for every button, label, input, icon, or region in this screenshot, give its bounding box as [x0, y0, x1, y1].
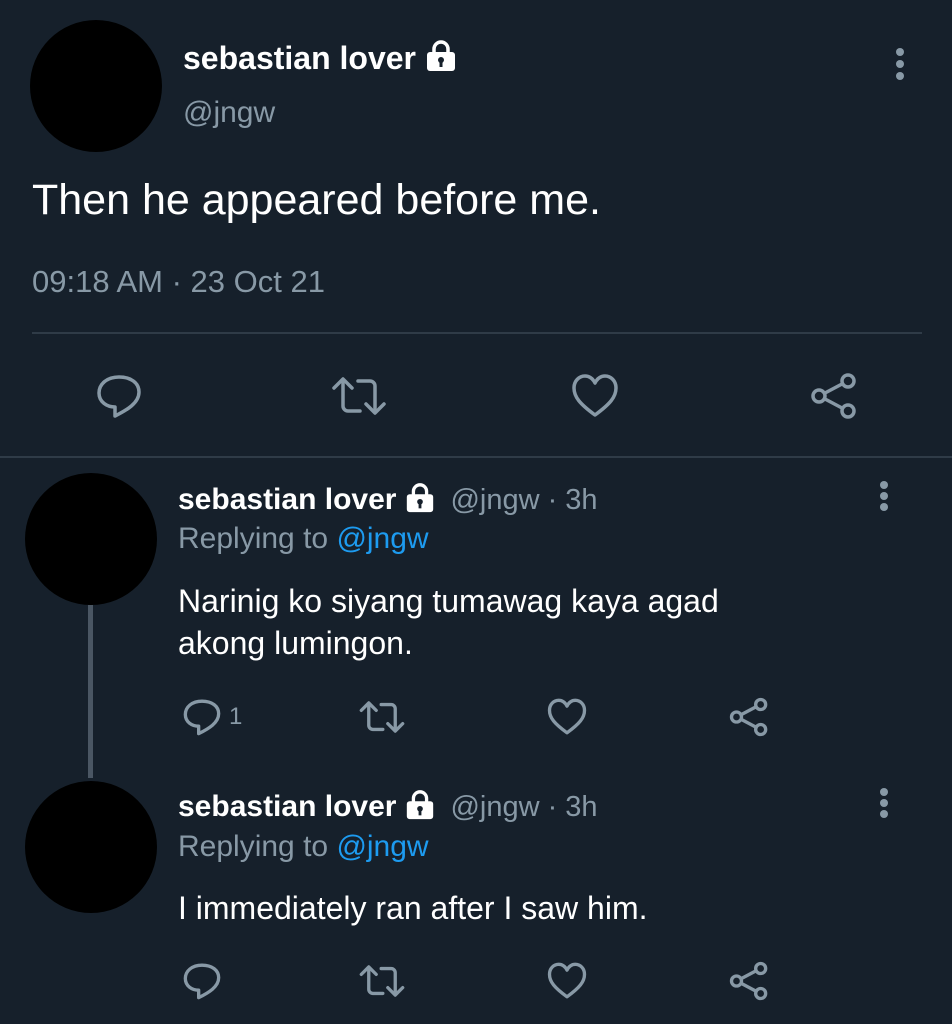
main-more-icon[interactable]: [893, 48, 907, 80]
thread-divider: [0, 456, 952, 458]
main-avatar[interactable]: [30, 20, 162, 152]
reply1-display-name[interactable]: sebastian lover: [178, 483, 396, 517]
reply2-avatar[interactable]: [25, 781, 157, 913]
like-icon[interactable]: [570, 372, 620, 420]
retweet-icon[interactable]: [330, 372, 388, 420]
reply2-text: I immediately ran after I saw him.: [178, 890, 648, 926]
replying-to-handle[interactable]: @jngw: [336, 830, 428, 863]
like-icon[interactable]: [546, 961, 588, 1001]
retweet-icon[interactable]: [358, 697, 406, 737]
replying-to-label: Replying to: [178, 830, 329, 863]
reply2-display-name[interactable]: sebastian lover: [178, 790, 396, 824]
reply1-more-icon[interactable]: [877, 481, 891, 511]
reply-icon[interactable]: [181, 961, 223, 1001]
share-icon[interactable]: [727, 961, 771, 1001]
main-handle[interactable]: @jngw: [183, 96, 275, 130]
main-display-name[interactable]: sebastian lover: [183, 40, 416, 77]
lock-icon: [424, 39, 458, 78]
main-divider: [32, 332, 922, 334]
share-icon[interactable]: [727, 697, 771, 737]
like-icon[interactable]: [546, 697, 588, 737]
thread-line: [88, 605, 93, 778]
replying-to-label: Replying to: [178, 522, 329, 555]
share-icon[interactable]: [808, 372, 860, 420]
reply1-meta[interactable]: @jngw · 3h: [450, 484, 597, 517]
reply1-text-line: Narinig ko siyang tumawag kaya agad: [178, 583, 719, 619]
reply2-more-icon[interactable]: [877, 788, 891, 818]
reply2-meta[interactable]: @jngw · 3h: [450, 791, 597, 824]
main-tweet-text: Then he appeared before me.: [32, 176, 601, 224]
reply2-replying-to: Replying to @jngw: [178, 830, 429, 864]
main-timestamp[interactable]: 09:18 AM · 23 Oct 21: [32, 264, 325, 300]
lock-icon: [404, 789, 436, 826]
reply1-text: Narinig ko siyang tumawag kaya agad akon…: [178, 580, 719, 664]
retweet-icon[interactable]: [358, 961, 406, 1001]
reply-icon[interactable]: 1: [181, 697, 242, 737]
reply1-author-row: sebastian lover @jngw · 3h: [178, 479, 598, 521]
lock-icon: [404, 482, 436, 519]
reply1-avatar[interactable]: [25, 473, 157, 605]
reply1-text-line: akong lumingon.: [178, 625, 413, 661]
reply-icon[interactable]: [94, 372, 144, 420]
replying-to-handle[interactable]: @jngw: [336, 522, 428, 555]
reply1-replying-to: Replying to @jngw: [178, 522, 429, 556]
main-author-row: sebastian lover: [183, 36, 458, 80]
reply-count: 1: [229, 703, 243, 730]
reply2-author-row: sebastian lover @jngw · 3h: [178, 786, 598, 828]
